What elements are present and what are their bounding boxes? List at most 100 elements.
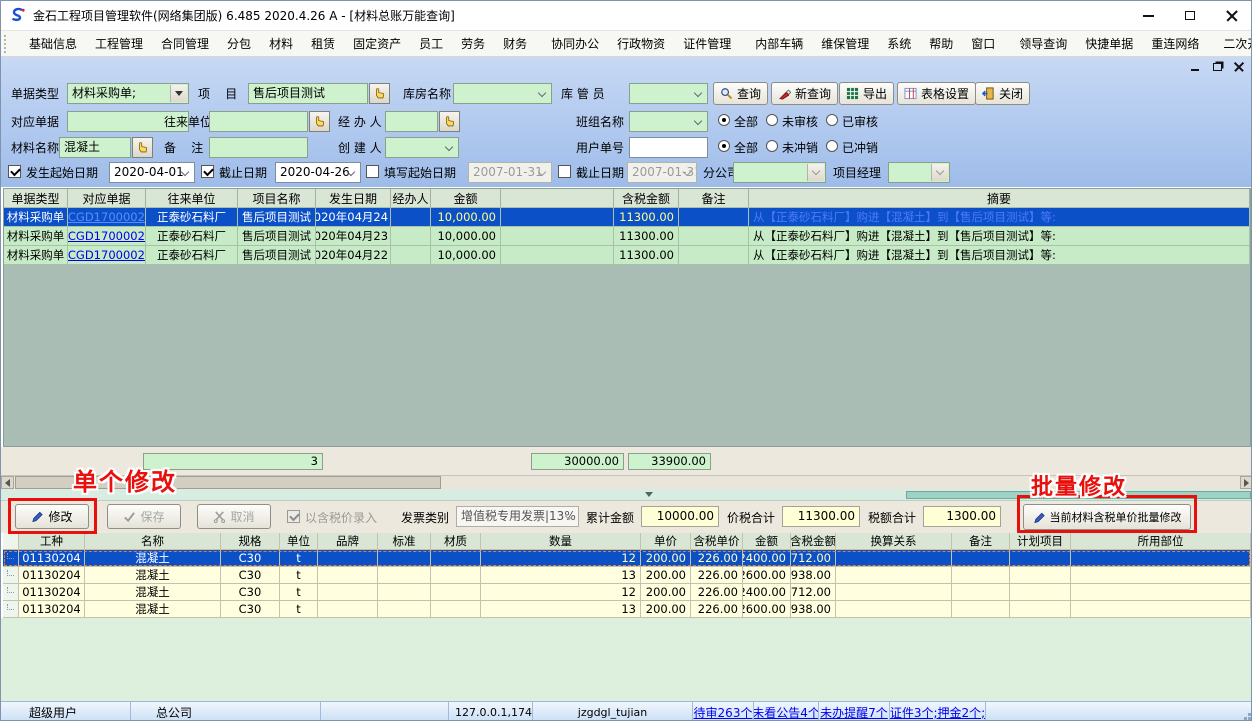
cell-code[interactable]: 01130204 bbox=[19, 567, 85, 583]
pending-audit-link[interactable]: 待审263个 bbox=[694, 704, 753, 721]
branch-combo[interactable] bbox=[733, 162, 826, 183]
col-header[interactable]: 单价 bbox=[641, 533, 691, 549]
pm-combo[interactable] bbox=[888, 162, 950, 183]
cell-tax-price[interactable]: 226.00 bbox=[691, 550, 743, 566]
tax-entry-checkbox[interactable] bbox=[287, 510, 300, 523]
bill-link[interactable]: CLCGD170000214 bbox=[68, 229, 146, 243]
cell-bill-type[interactable]: 材料采购单 bbox=[4, 208, 68, 226]
cell-qty[interactable]: 13 bbox=[481, 567, 641, 583]
menu-item-employee[interactable]: 员工 bbox=[410, 31, 452, 57]
material-picker-button[interactable] bbox=[132, 137, 153, 158]
cell-project[interactable]: 售后项目测试 bbox=[238, 227, 316, 245]
col-header[interactable] bbox=[501, 189, 614, 207]
cell-tax-amount[interactable]: 2712.00 bbox=[791, 550, 836, 566]
menu-item-fixed-assets[interactable]: 固定资产 bbox=[344, 31, 410, 57]
keeper-combo[interactable] bbox=[629, 83, 708, 104]
menu-item-collab-office[interactable]: 协同办公 bbox=[542, 31, 608, 57]
handler-input[interactable] bbox=[385, 111, 438, 132]
occur-end-checkbox[interactable] bbox=[201, 165, 214, 178]
cell-amount[interactable]: 2600.00 bbox=[743, 567, 791, 583]
cell-spec[interactable]: C30 bbox=[221, 601, 280, 617]
cell-brand[interactable] bbox=[318, 584, 378, 600]
cell-used-part[interactable] bbox=[1071, 550, 1251, 566]
cell-bill-type[interactable]: 材料采购单 bbox=[4, 246, 68, 264]
col-header[interactable]: 金额 bbox=[743, 533, 791, 549]
cell-texture[interactable] bbox=[431, 601, 481, 617]
writeoff-done-radio[interactable] bbox=[826, 140, 838, 152]
cell-vendor[interactable]: 正泰砂石料厂 bbox=[146, 246, 238, 264]
cell-texture[interactable] bbox=[431, 567, 481, 583]
cell-conversion[interactable] bbox=[836, 567, 952, 583]
fill-end-date-combo[interactable]: 2007-01-31 bbox=[627, 162, 697, 183]
occur-start-date-combo[interactable]: 2020-04-01 bbox=[109, 162, 195, 183]
invoice-type-combo[interactable]: 增值税专用发票|13% bbox=[456, 506, 579, 527]
cell-date[interactable]: 2020年04月23日 bbox=[316, 227, 391, 245]
ledger-row[interactable]: 材料采购单 CLCGD170000214 正泰砂石料厂 售后项目测试 2020年… bbox=[4, 227, 1250, 246]
export-button[interactable]: 导出 bbox=[839, 82, 894, 105]
save-button[interactable]: 保存 bbox=[107, 504, 181, 529]
cell-price[interactable]: 200.00 bbox=[641, 601, 691, 617]
cell-texture[interactable] bbox=[431, 550, 481, 566]
mdi-minimize-button[interactable] bbox=[1187, 60, 1203, 74]
col-header[interactable]: 备注 bbox=[679, 189, 749, 207]
cell-blank[interactable] bbox=[501, 227, 614, 245]
menu-item-contract-mgmt[interactable]: 合同管理 bbox=[152, 31, 218, 57]
bill-link[interactable]: CLCGD170000215 bbox=[68, 248, 146, 262]
cell-remark[interactable] bbox=[679, 246, 749, 264]
cell-remark[interactable] bbox=[952, 550, 1010, 566]
menu-item-quick-bills[interactable]: 快捷单据 bbox=[1076, 31, 1142, 57]
tax-sum-field[interactable]: 1300.00 bbox=[923, 506, 1001, 527]
todo-reminder-link[interactable]: 未办提醒7个 bbox=[820, 704, 888, 721]
col-header[interactable]: 含税单价 bbox=[691, 533, 743, 549]
cell-handler[interactable] bbox=[391, 208, 431, 226]
remark-input[interactable] bbox=[209, 137, 308, 158]
cell-remark[interactable] bbox=[952, 601, 1010, 617]
cell-price[interactable]: 200.00 bbox=[641, 584, 691, 600]
col-header[interactable]: 项目名称 bbox=[238, 189, 316, 207]
cell-name[interactable]: 混凝土 bbox=[85, 601, 221, 617]
menu-item-subcontract[interactable]: 分包 bbox=[218, 31, 260, 57]
detail-row-selected[interactable]: 01130204 混凝土 C30 t 12 200.00 226.00 2400… bbox=[3, 550, 1251, 567]
modify-button[interactable]: 修改 bbox=[15, 504, 89, 529]
detail-row[interactable]: 01130204 混凝土 C30 t 13 200.00 226.00 2600… bbox=[3, 567, 1251, 584]
cell-handler[interactable] bbox=[391, 227, 431, 245]
cell-standard[interactable] bbox=[378, 601, 431, 617]
maximize-button[interactable] bbox=[1169, 1, 1211, 30]
counterparty-picker-button[interactable] bbox=[309, 111, 330, 132]
user-no-input[interactable] bbox=[629, 137, 708, 158]
resize-grip[interactable] bbox=[1248, 717, 1251, 720]
close-query-button[interactable]: 关闭 bbox=[975, 82, 1030, 105]
search-button[interactable]: 查询 bbox=[713, 82, 768, 105]
cell-bill-type[interactable]: 材料采购单 bbox=[4, 227, 68, 245]
col-header[interactable]: 数量 bbox=[481, 533, 641, 549]
cell-tax-price[interactable]: 226.00 bbox=[691, 567, 743, 583]
writeoff-all-radio[interactable] bbox=[718, 140, 730, 152]
col-header[interactable]: 换算关系 bbox=[836, 533, 952, 549]
cell-project[interactable]: 售后项目测试 bbox=[238, 208, 316, 226]
cell-project[interactable]: 售后项目测试 bbox=[238, 246, 316, 264]
col-header[interactable]: 工种 bbox=[19, 533, 85, 549]
creator-combo[interactable] bbox=[385, 137, 459, 158]
menu-item-system[interactable]: 系统 bbox=[878, 31, 920, 57]
table-setup-button[interactable]: 表格设置 bbox=[897, 82, 976, 105]
col-header[interactable]: 所用部位 bbox=[1071, 533, 1251, 549]
cell-unit[interactable]: t bbox=[280, 584, 318, 600]
scroll-left-button[interactable] bbox=[1, 476, 14, 489]
cell-unit[interactable]: t bbox=[280, 601, 318, 617]
cell-summary[interactable]: 从【正泰砂石料厂】购进【混凝土】到【售后项目测试】等: bbox=[749, 246, 1250, 264]
cell-brand[interactable] bbox=[318, 601, 378, 617]
menubar-grip[interactable] bbox=[4, 35, 6, 53]
cell-conversion[interactable] bbox=[836, 550, 952, 566]
cell-used-part[interactable] bbox=[1071, 567, 1251, 583]
cell-tax-price[interactable]: 226.00 bbox=[691, 601, 743, 617]
cell-handler[interactable] bbox=[391, 246, 431, 264]
menu-item-internal-vehicles[interactable]: 内部车辆 bbox=[746, 31, 812, 57]
cell-ref[interactable]: CLCGD170000215 bbox=[68, 246, 146, 264]
writeoff-pending-radio[interactable] bbox=[766, 140, 778, 152]
cell-price[interactable]: 200.00 bbox=[641, 567, 691, 583]
menu-item-help[interactable]: 帮助 bbox=[920, 31, 962, 57]
cell-tax-amount[interactable]: 2938.00 bbox=[791, 601, 836, 617]
audit-all-radio[interactable] bbox=[718, 114, 730, 126]
menu-item-secondary-dev[interactable]: 二次开发 bbox=[1214, 31, 1252, 57]
col-header[interactable]: 对应单据 bbox=[68, 189, 146, 207]
